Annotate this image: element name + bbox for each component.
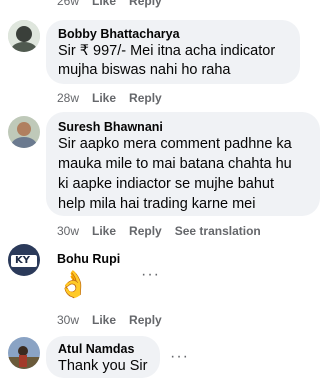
comment-time: 30w (57, 224, 80, 238)
comment-text: mauka mile to mai batana chahta hu (58, 156, 292, 172)
comment-bubble: Suresh Bhawnani Sir aapko mera comment p… (46, 112, 320, 216)
comment-text: Sir aapko mera comment padhne ka (58, 136, 292, 152)
avatar[interactable] (8, 20, 40, 52)
reply-button[interactable]: Reply (129, 224, 162, 238)
more-options-icon[interactable]: ··· (170, 348, 189, 366)
avatar-text: KY (15, 255, 30, 266)
comment-author[interactable]: Suresh Bhawnani (58, 120, 163, 134)
comment-text: Thank you Sir (58, 358, 148, 374)
comment-actions: 28w Like Reply (57, 91, 175, 105)
comment-text: Sir ₹ 997/- Mei itna acha indicator (58, 43, 276, 59)
comment-bubble: Atul Namdas Thank you Sir (46, 336, 160, 378)
reply-button[interactable]: Reply (129, 313, 162, 327)
comment-time: 28w (57, 91, 80, 105)
comment-text: help mila hai trading karne mei (58, 196, 256, 212)
like-button[interactable]: Like (92, 313, 116, 327)
comment-author[interactable]: Bohu Rupi (57, 252, 120, 266)
reply-button[interactable]: Reply (129, 0, 162, 8)
avatar[interactable] (8, 116, 40, 148)
comment-time: 30w (57, 313, 80, 327)
avatar-image (8, 337, 40, 369)
comment-text: ki aapke indiactor se mujhe bahut (58, 176, 275, 192)
ok-hand-emoji: 👌 (57, 270, 90, 300)
more-options-icon[interactable]: ··· (141, 266, 160, 284)
avatar[interactable]: KY (8, 244, 40, 276)
comment-actions: 30w Like Reply See translation (57, 224, 274, 238)
avatar-image (8, 116, 40, 148)
comment-actions-top: 26w Like Reply (57, 0, 175, 8)
avatar-image (8, 20, 40, 52)
comment-actions: 30w Like Reply (57, 313, 175, 327)
avatar[interactable] (8, 337, 40, 369)
comment-bubble: Bobby Bhattacharya Sir ₹ 997/- Mei itna … (46, 20, 300, 84)
comment-time: 26w (57, 0, 80, 8)
like-button[interactable]: Like (92, 224, 116, 238)
see-translation-link[interactable]: See translation (175, 224, 261, 238)
like-button[interactable]: Like (92, 0, 116, 8)
like-button[interactable]: Like (92, 91, 116, 105)
comment-author[interactable]: Atul Namdas (58, 342, 134, 356)
comment-text: mujha biswas nahi ho raha (58, 62, 231, 78)
comment-author[interactable]: Bobby Bhattacharya (58, 27, 180, 41)
reply-button[interactable]: Reply (129, 91, 162, 105)
